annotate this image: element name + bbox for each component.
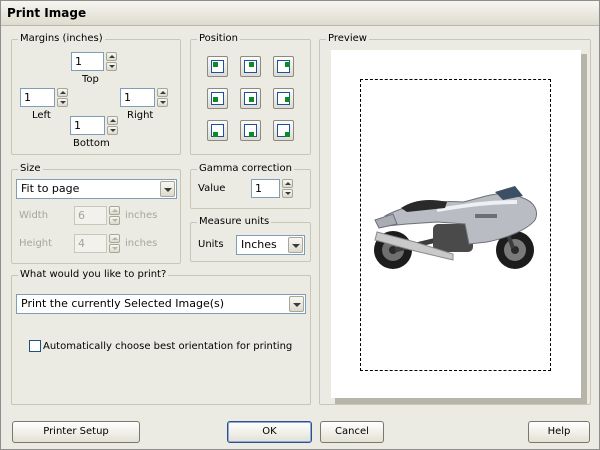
height-up-arrow[interactable] [109,234,120,243]
position-marker-icon [285,97,290,102]
height-spinner[interactable]: 4 [74,234,120,253]
position-middle-left-button[interactable] [207,88,228,109]
margin-bottom-spinner[interactable]: 1 [70,116,118,135]
dialog-title: Print Image [7,6,87,20]
margin-top-down-arrow[interactable] [106,62,117,71]
gamma-up-arrow[interactable] [282,179,293,188]
position-marker-icon [213,62,218,67]
position-top-left-button[interactable] [207,56,228,77]
page-frame-icon [211,124,224,137]
position-marker-icon [285,132,290,137]
gamma-spinner[interactable]: 1 [251,179,293,198]
width-unit-label: inches [125,210,158,221]
page-frame-icon [211,92,224,105]
gamma-value-label: Value [198,183,226,194]
margin-left-label: Left [32,110,51,121]
page-frame-icon [244,124,257,137]
print-what-value: Print the currently Selected Image(s) [21,297,225,310]
width-spinner[interactable]: 6 [74,206,120,225]
position-bottom-right-button[interactable] [273,120,294,141]
rear-fender [374,213,398,229]
margin-top-input[interactable]: 1 [71,52,104,71]
print-what-dropdown-icon[interactable] [289,296,304,312]
page-frame-icon [244,92,257,105]
margin-bottom-up-arrow[interactable] [107,116,118,125]
position-marker-icon [249,132,254,137]
ok-button[interactable]: OK [227,421,312,443]
auto-orientation-label[interactable]: Automatically choose best orientation fo… [43,341,292,353]
units-select[interactable]: Inches [236,235,305,255]
position-marker-icon [213,97,218,102]
gamma-group-label: Gamma correction [197,163,294,175]
margin-bottom-down-arrow[interactable] [107,126,118,135]
margin-bottom-label: Bottom [73,138,110,149]
motorcycle-image [374,186,537,269]
page-frame-icon [244,60,257,73]
margin-right-label: Right [127,110,154,121]
margin-right-down-arrow[interactable] [157,98,168,107]
page-frame-icon [277,124,290,137]
position-marker-icon [285,62,290,67]
side-badge [475,214,497,218]
position-center-button[interactable] [240,88,261,109]
width-input[interactable]: 6 [74,206,107,225]
margin-top-label: Top [82,74,99,85]
margin-left-up-arrow[interactable] [57,88,68,97]
margin-top-up-arrow[interactable] [106,52,117,61]
units-dropdown-icon[interactable] [288,237,303,253]
page-frame-icon [211,60,224,73]
margin-right-up-arrow[interactable] [157,88,168,97]
measure-units-group-label: Measure units [197,216,272,228]
title-bar[interactable]: Print Image [1,1,599,26]
help-button[interactable]: Help [528,421,590,443]
print-what-select[interactable]: Print the currently Selected Image(s) [16,294,306,314]
position-top-right-button[interactable] [273,56,294,77]
position-top-center-button[interactable] [240,56,261,77]
size-mode-select[interactable]: Fit to page [16,179,177,199]
size-mode-value: Fit to page [21,182,80,195]
width-label: Width [19,210,49,221]
position-bottom-center-button[interactable] [240,120,261,141]
gamma-down-arrow[interactable] [282,189,293,198]
cancel-button[interactable]: Cancel [320,421,384,443]
gamma-input[interactable]: 1 [251,179,280,198]
margin-bottom-input[interactable]: 1 [70,116,105,135]
auto-orientation-checkbox[interactable] [29,340,41,352]
height-unit-label: inches [125,238,158,249]
size-mode-dropdown-icon[interactable] [160,181,175,197]
position-marker-icon [249,62,254,67]
margin-left-input[interactable]: 1 [20,88,55,107]
size-group-label: Size [18,163,43,175]
print-what-group-label: What would you like to print? [18,269,169,281]
printer-setup-button[interactable]: Printer Setup [12,421,140,443]
margin-left-down-arrow[interactable] [57,98,68,107]
print-image-dialog: Print Image Margins (inches) 1 Top 1 Lef… [0,0,600,450]
units-value: Inches [241,238,277,251]
margin-right-spinner[interactable]: 1 [120,88,168,107]
height-input[interactable]: 4 [74,234,107,253]
units-label: Units [198,239,224,250]
preview-group-label: Preview [326,33,369,45]
margin-top-spinner[interactable]: 1 [71,52,117,71]
height-label: Height [19,238,53,249]
position-middle-right-button[interactable] [273,88,294,109]
page-frame-icon [277,92,290,105]
position-marker-icon [213,132,218,137]
position-group-label: Position [197,33,240,45]
margin-right-input[interactable]: 1 [120,88,155,107]
position-marker-icon [249,97,254,102]
margin-left-spinner[interactable]: 1 [20,88,68,107]
position-bottom-left-button[interactable] [207,120,228,141]
width-down-arrow[interactable] [109,216,120,225]
margins-group-label: Margins (inches) [18,33,105,45]
height-down-arrow[interactable] [109,244,120,253]
width-up-arrow[interactable] [109,206,120,215]
page-frame-icon [277,60,290,73]
